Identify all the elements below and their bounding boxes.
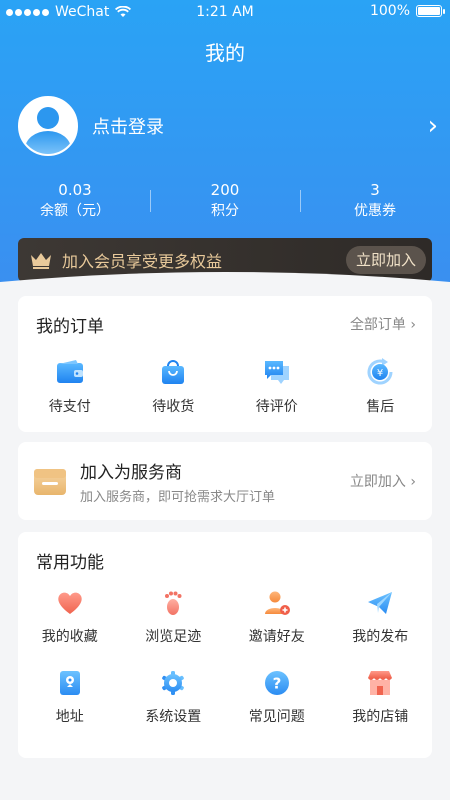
all-orders-link[interactable]: 全部订单 › [350,314,416,334]
stat-label: 余额（元） [40,203,110,219]
store-icon [368,671,393,695]
feature-settings[interactable]: 系统设置 [122,668,226,726]
order-after-sales[interactable]: ¥ 售后 [329,356,433,416]
chat-icon [264,361,289,384]
login-label[interactable]: 点击登录 [92,113,418,139]
order-label: 待支付 [48,399,91,415]
status-bar: WeChat 1:21 AM 100% [0,0,450,24]
avatar[interactable] [18,96,78,156]
paper-plane-icon [368,592,393,614]
crown-icon [31,253,51,269]
stat-coupons[interactable]: 3 优惠券 [300,180,450,224]
battery-icon [416,5,445,17]
provider-title: 加入为服务商 [80,462,182,483]
feature-faq[interactable]: ? 常见问题 [225,668,329,726]
feature-label: 邀请好友 [248,629,305,645]
gear-icon [162,671,185,695]
order-label: 待评价 [255,399,298,415]
stat-balance[interactable]: 0.03 余额（元） [0,180,150,224]
order-label: 待收货 [152,399,195,415]
footprint-icon [165,591,182,615]
stat-value: 0.03 [58,181,92,199]
profile-header: WeChat 1:21 AM 100% 我的 点击登录 › 0.03 余额（元）… [0,0,450,300]
order-label: 售后 [366,399,395,415]
store-awning-icon [34,469,66,495]
feature-my-posts[interactable]: 我的发布 [329,588,433,646]
features-grid: 我的收藏 浏览足迹 邀请好友 我的发布 地址 系统设置 ? 常见问题 我的店铺 [18,588,432,726]
provider-join-link[interactable]: 立即加入 › [350,471,416,491]
join-provider-card[interactable]: 加入为服务商 加入服务商，即可抢需求大厅订单 立即加入 › [18,442,432,520]
address-book-icon [59,671,80,695]
order-pending-review[interactable]: 待评价 [225,356,329,416]
svg-text:¥: ¥ [377,368,383,379]
battery-label: 100% [369,3,410,19]
status-battery: 100% [369,3,445,19]
order-pending-payment[interactable]: 待支付 [18,356,122,416]
provider-text: 加入为服务商 加入服务商，即可抢需求大厅订单 [80,458,350,505]
feature-label: 浏览足迹 [145,629,202,645]
order-status-row: 待支付 待收货 待评价 ¥ 售后 [18,356,432,416]
feature-label: 我的店铺 [352,709,409,725]
feature-favorites[interactable]: 我的收藏 [18,588,122,646]
feature-my-store[interactable]: 我的店铺 [329,668,433,726]
orders-title: 我的订单 [36,317,104,337]
feature-label: 地址 [55,709,84,725]
stats-row: 0.03 余额（元） 200 积分 3 优惠券 [0,180,450,224]
my-orders-card: 我的订单 全部订单 › 待支付 待收货 待评价 ¥ 售后 [18,296,432,432]
page-title: 我的 [205,41,245,65]
login-row[interactable]: 点击登录 › [18,96,438,156]
heart-icon [58,592,82,614]
order-pending-receipt[interactable]: 待收货 [122,356,226,416]
feature-label: 常见问题 [248,709,305,725]
shopping-bag-icon [162,360,185,384]
features-title: 常用功能 [36,553,104,573]
feature-label: 我的发布 [352,629,409,645]
feature-label: 我的收藏 [41,629,98,645]
stat-label: 优惠券 [354,203,396,219]
yuan-refresh-icon: ¥ [367,358,393,385]
stat-points[interactable]: 200 积分 [150,180,300,224]
feature-invite[interactable]: 邀请好友 [225,588,329,646]
chevron-right-icon[interactable]: › [418,111,438,141]
feature-label: 系统设置 [145,709,202,725]
provider-subtitle: 加入服务商，即可抢需求大厅订单 [80,489,276,505]
stat-value: 3 [370,181,380,199]
svg-text:?: ? [272,675,281,693]
wallet-icon [56,360,83,383]
common-features-card: 常用功能 我的收藏 浏览足迹 邀请好友 我的发布 地址 系统设置 ? 常见问题 … [18,532,432,758]
stat-label: 积分 [211,203,239,219]
add-user-icon [264,591,290,615]
feature-history[interactable]: 浏览足迹 [122,588,226,646]
feature-address[interactable]: 地址 [18,668,122,726]
question-icon: ? [264,671,289,695]
stat-value: 200 [210,181,240,199]
